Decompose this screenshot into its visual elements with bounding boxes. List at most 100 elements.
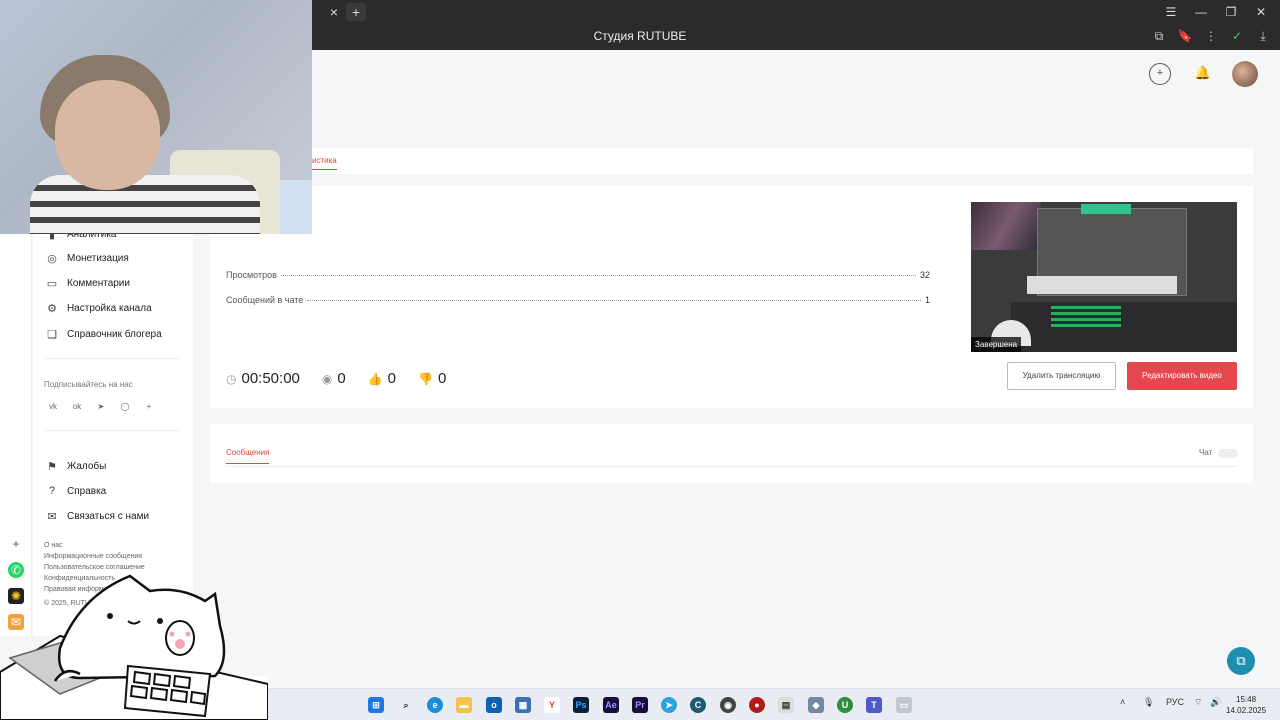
language-indicator[interactable]: РУС: [1166, 697, 1184, 707]
viewers-icon: ◉: [321, 371, 333, 386]
viber-icon[interactable]: ◯: [117, 400, 133, 414]
menu-icon[interactable]: ☰: [1158, 2, 1184, 22]
app-icon[interactable]: ▭: [896, 697, 912, 713]
printer-icon[interactable]: ▤: [778, 697, 794, 713]
upload-icon[interactable]: +: [1149, 63, 1171, 85]
yandex-browser-icon[interactable]: Y: [544, 697, 560, 713]
sidebar-item-contact[interactable]: ✉ Связаться с нами: [46, 510, 149, 523]
cat-paw: [165, 620, 195, 656]
taskbar: ⊞ ⌕ e ▬ o ▦ Y Ps Ae Pr ➤ C ◉ ● ▤ ◆ U T ▭…: [268, 688, 1280, 720]
tab-close-button[interactable]: ×: [324, 3, 344, 21]
tab-messages[interactable]: Сообщения: [226, 448, 270, 464]
flag-icon: ⚑: [47, 461, 57, 473]
help-icon: ?: [48, 485, 56, 497]
cat-paw-pad: [169, 631, 175, 637]
footer-link-about[interactable]: О нас: [44, 542, 63, 549]
outlook-icon[interactable]: o: [486, 697, 502, 713]
webcam-part: [55, 80, 160, 190]
after-effects-icon[interactable]: Ae: [603, 697, 619, 713]
mic-icon[interactable]: 🎙: [1143, 697, 1154, 708]
chat-toggle-label: Чат: [1199, 448, 1213, 457]
sidebar-item-label: Настройка канала: [67, 303, 152, 314]
vk-icon[interactable]: vk: [45, 400, 61, 414]
stat-label: Сообщений в чате: [226, 295, 304, 305]
network-icon[interactable]: ⌔: [1194, 697, 1202, 708]
footer-link-info[interactable]: Информационные сообщения: [44, 553, 142, 560]
chevron-up-icon[interactable]: ˄: [1120, 697, 1125, 707]
cat-paw-pad: [175, 639, 185, 649]
duration-metric: ◷ 00:50:00: [226, 370, 300, 387]
stream-card: Просмотров 32 Сообщений в чате 1 Заверше…: [210, 186, 1253, 408]
ok-icon[interactable]: ok: [69, 400, 85, 414]
divider: [44, 430, 179, 431]
sidebar-item-label: Комментарии: [67, 278, 130, 289]
sidebar-item-label: Монетизация: [67, 253, 129, 264]
dot-leader: [280, 275, 916, 276]
likes-metric: 👍 0: [368, 370, 396, 387]
stream-thumbnail[interactable]: Завершена: [971, 202, 1237, 352]
chat-toggle[interactable]: [1218, 449, 1238, 458]
stat-value: 32: [919, 270, 930, 280]
sidebar-item-label: Связаться с нами: [67, 511, 150, 522]
thumb-part: [1011, 302, 1237, 352]
volume-icon[interactable]: 🔊: [1210, 697, 1221, 708]
likes-value: 0: [387, 370, 396, 387]
stream-metrics: ◷ 00:50:00 ◉ 0 👍 0 👎 0: [226, 370, 468, 387]
bookmark-icon[interactable]: 🔖: [1176, 27, 1194, 45]
close-window-button[interactable]: ✕: [1248, 2, 1274, 22]
gear-icon: ⚙: [47, 303, 57, 315]
app-icon[interactable]: C: [690, 697, 706, 713]
search-icon[interactable]: ⌕: [398, 697, 414, 713]
protect-shield-icon[interactable]: ✓: [1228, 27, 1246, 45]
thumb-part: [1027, 276, 1177, 294]
record-icon[interactable]: ●: [749, 697, 765, 713]
monetization-icon: ◎: [47, 253, 57, 265]
sidebar-item-monetization[interactable]: ◎ Монетизация: [46, 252, 129, 265]
bell-icon[interactable]: 🔔: [1192, 63, 1214, 85]
support-chat-button[interactable]: ⧉: [1227, 647, 1255, 675]
teams-icon[interactable]: T: [866, 697, 882, 713]
cat-eye: [107, 613, 113, 619]
folder-icon[interactable]: ▬: [456, 697, 472, 713]
store-icon[interactable]: ▦: [515, 697, 531, 713]
new-tab-button[interactable]: +: [346, 3, 366, 21]
cat-eye: [157, 618, 163, 624]
photoshop-icon[interactable]: Ps: [573, 697, 589, 713]
thumbs-up-icon: 👍: [367, 371, 383, 386]
maximize-button[interactable]: ❐: [1218, 2, 1244, 22]
stat-row-messages: Сообщений в чате 1: [226, 295, 930, 305]
sidebar-item-comments[interactable]: ▭ Комментарии: [46, 277, 130, 290]
thumbs-down-icon: 👎: [418, 371, 433, 386]
avatar[interactable]: [1232, 61, 1258, 87]
add-panel-icon[interactable]: +: [8, 536, 24, 552]
app-icon[interactable]: U: [837, 697, 853, 713]
clock[interactable]: 15:48 14.02.2025: [1226, 694, 1266, 716]
obs-icon[interactable]: ◉: [720, 697, 736, 713]
windows-start-icon[interactable]: ⊞: [368, 697, 384, 713]
sidebar-item-label: Справочник блогера: [67, 329, 162, 340]
minimize-button[interactable]: —: [1188, 2, 1214, 22]
tabs-icon[interactable]: ⧉: [1150, 27, 1168, 45]
premiere-icon[interactable]: Pr: [632, 697, 648, 713]
dot-leader: [307, 300, 921, 301]
telegram-icon[interactable]: ➤: [93, 400, 109, 414]
edge-icon[interactable]: e: [427, 697, 443, 713]
tab-statistics[interactable]: истика: [312, 156, 337, 170]
stat-row-views: Просмотров 32: [226, 270, 930, 280]
more-icon[interactable]: ⋮: [1202, 27, 1220, 45]
telegram-icon[interactable]: ➤: [661, 697, 677, 713]
subscribe-label: Подписывайтесь на нас: [44, 380, 133, 389]
more-socials-icon[interactable]: +: [141, 400, 157, 414]
comments-icon: ▭: [46, 278, 58, 290]
viewers-metric: ◉ 0: [322, 370, 346, 387]
sidebar-item-blogger-guide[interactable]: ❏ Справочник блогера: [46, 328, 162, 341]
download-icon[interactable]: ⤓: [1254, 27, 1272, 45]
edit-video-button[interactable]: Редактировать видео: [1127, 362, 1237, 390]
app-icon[interactable]: ◆: [808, 697, 824, 713]
sidebar-item-channel-settings[interactable]: ⚙ Настройка канала: [46, 302, 152, 315]
thumb-part: [971, 202, 1041, 250]
delete-stream-button[interactable]: Удалить трансляцию: [1007, 362, 1116, 390]
address-bar-icons: ⧉ 🔖 ⋮ ✓ ⤓: [1150, 27, 1272, 45]
sidebar-item-help[interactable]: ? Справка: [46, 485, 106, 497]
sidebar-item-complaints[interactable]: ⚑ Жалобы: [46, 460, 106, 473]
